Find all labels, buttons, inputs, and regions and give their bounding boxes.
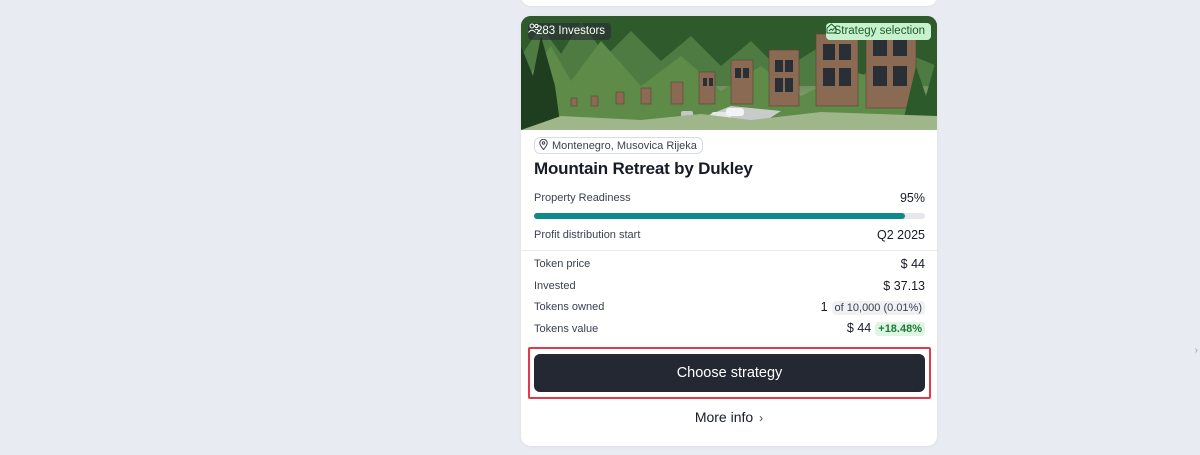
token-price-row: Token price $ 44	[534, 254, 925, 276]
tokens-value-gain-badge: +18.48%	[875, 322, 925, 337]
token-price-label: Token price	[534, 258, 591, 271]
tokens-owned-total: of 10,000 (0.01%)	[831, 300, 925, 315]
chevron-right-icon: ›	[759, 411, 764, 425]
location-text: Montenegro, Musovica Rijeka	[552, 139, 697, 152]
readiness-value: 95%	[899, 190, 925, 205]
invested-label: Invested	[534, 279, 576, 292]
tokens-value-row: Tokens value $ 44 +18.48%	[534, 318, 925, 340]
token-stats: Token price $ 44 Invested $ 37.13 Tokens…	[534, 254, 925, 340]
readiness-row: Property Readiness 95%	[534, 191, 925, 205]
profit-row: Profit distribution start Q2 2025	[534, 228, 925, 242]
tokens-owned-label: Tokens owned	[534, 301, 605, 314]
more-info-link[interactable]: More info ›	[521, 409, 937, 425]
token-price-value: $ 44	[900, 257, 925, 272]
invested-row: Invested $ 37.13	[534, 275, 925, 297]
map-pin-icon	[539, 138, 548, 153]
scroll-right-chevron-icon[interactable]: ›	[1195, 345, 1198, 356]
property-card: 283 Investors Strategy selection Montene…	[521, 16, 937, 446]
tokens-owned-row: Tokens owned 1 of 10,000 (0.01%)	[534, 297, 925, 319]
readiness-progress-bar	[534, 212, 925, 219]
tokens-value-group: $ 44 +18.48%	[846, 321, 925, 337]
tokens-owned-group: 1 of 10,000 (0.01%)	[821, 300, 925, 315]
profit-value: Q2 2025	[877, 227, 925, 242]
property-title: Mountain Retreat by Dukley	[534, 158, 753, 178]
choose-strategy-highlight: Choose strategy	[528, 347, 931, 399]
choose-strategy-button[interactable]: Choose strategy	[534, 354, 925, 392]
tokens-value-value: $ 44	[846, 321, 872, 336]
strategy-label: Strategy selection	[833, 25, 925, 37]
profit-label: Profit distribution start	[534, 228, 641, 241]
divider	[521, 249, 937, 251]
previous-card-bottom	[521, 0, 937, 6]
location-chip: Montenegro, Musovica Rijeka	[534, 137, 703, 154]
more-info-label: More info	[694, 409, 754, 425]
tokens-owned-value: 1	[820, 299, 828, 314]
readiness-label: Property Readiness	[534, 191, 631, 204]
property-image[interactable]: 283 Investors Strategy selection	[521, 16, 937, 130]
investors-count: 283 Investors	[536, 25, 606, 37]
investors-badge: 283 Investors	[528, 23, 612, 40]
tokens-value-label: Tokens value	[534, 322, 599, 335]
readiness-progress-fill	[534, 212, 906, 219]
invested-value: $ 37.13	[883, 278, 925, 293]
strategy-badge: Strategy selection	[825, 23, 931, 40]
